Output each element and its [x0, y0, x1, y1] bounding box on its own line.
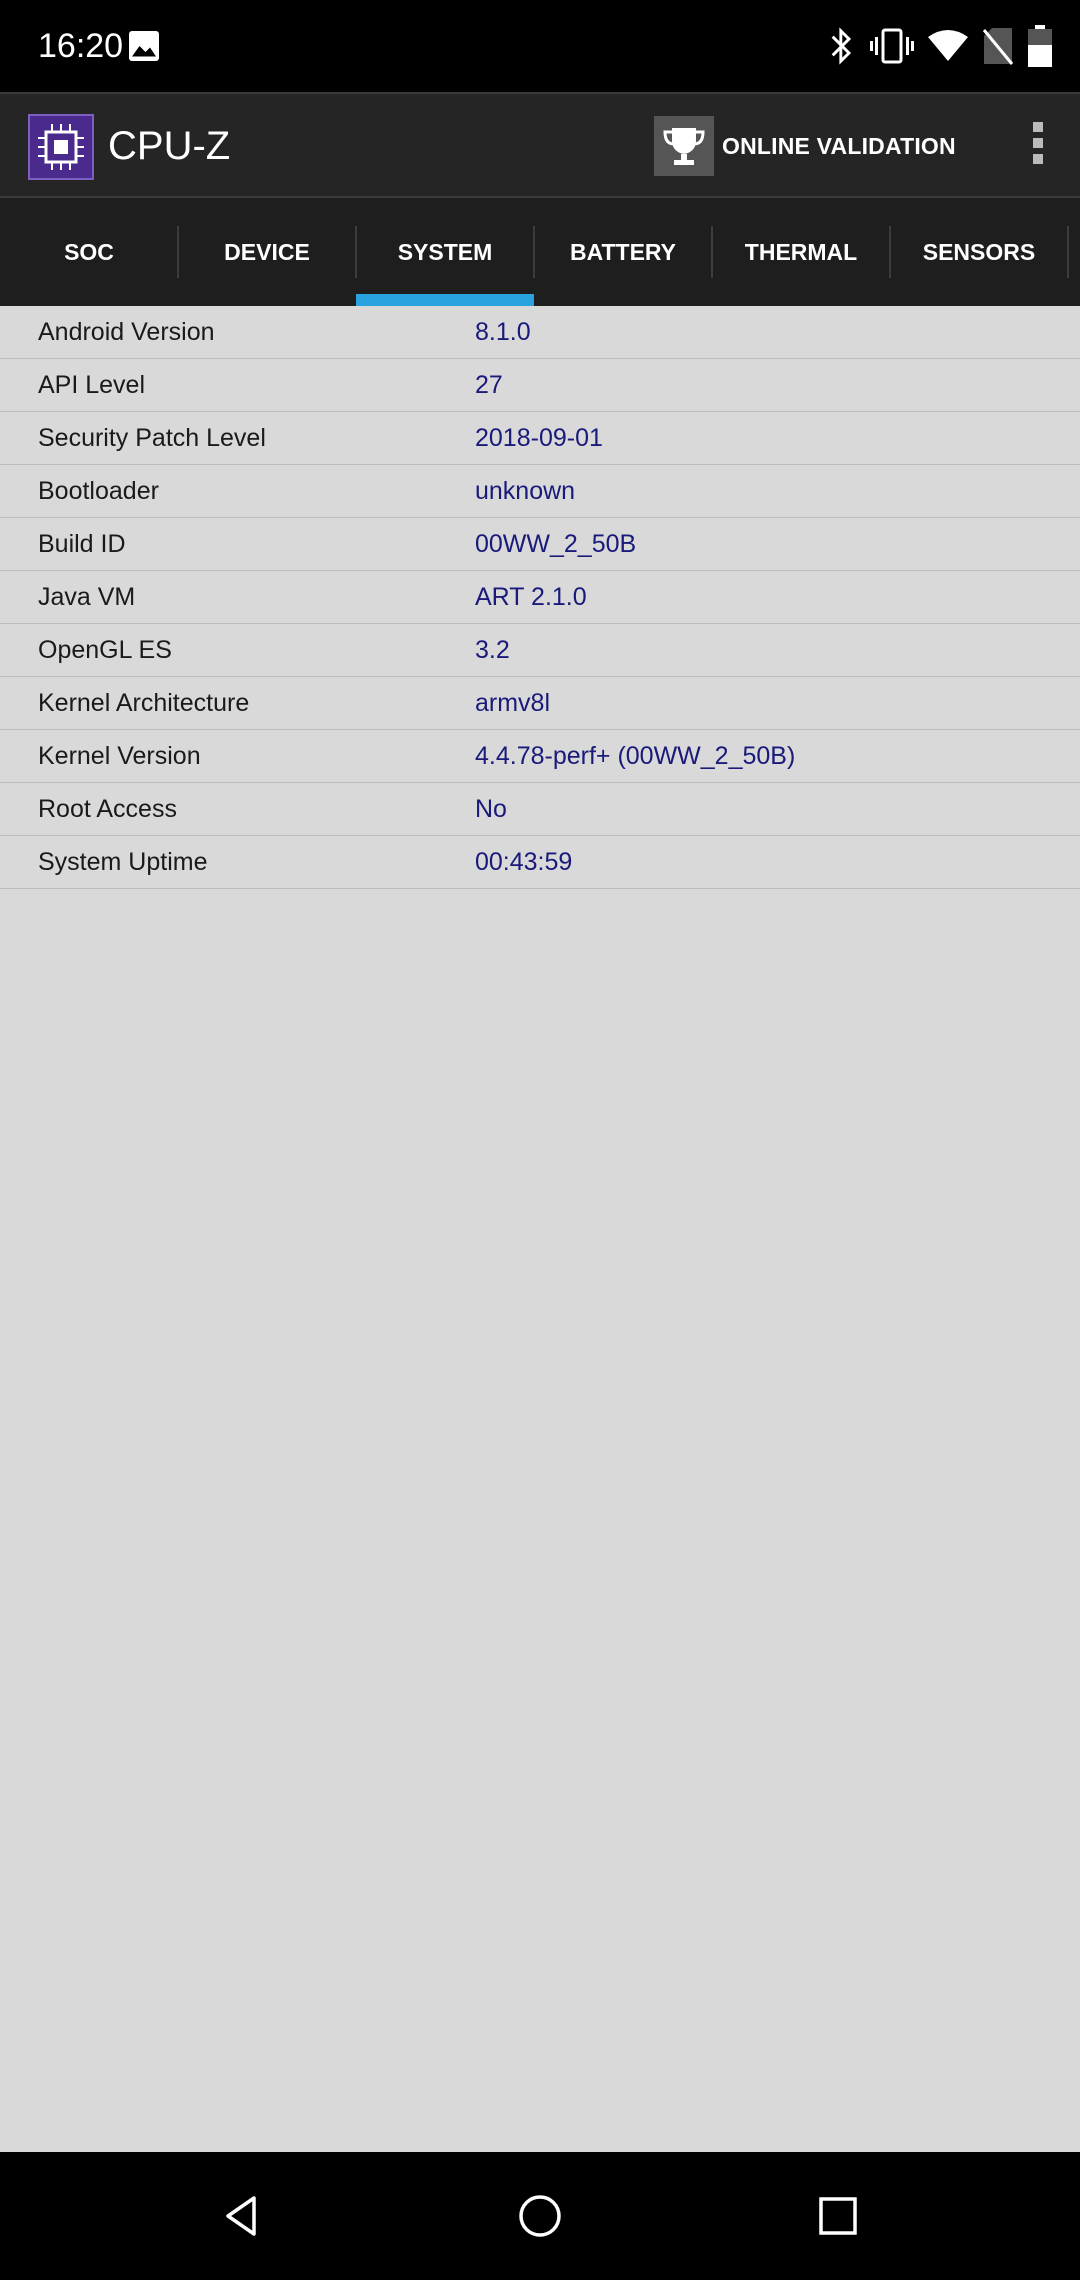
- row-label: Android Version: [38, 318, 215, 346]
- tab-device[interactable]: DEVICE: [178, 198, 356, 306]
- tab-system[interactable]: SYSTEM: [356, 198, 534, 306]
- row-label: Kernel Version: [38, 742, 201, 770]
- row-label: System Uptime: [38, 848, 208, 876]
- tab-divider: [1067, 226, 1069, 278]
- tab-thermal[interactable]: THERMAL: [712, 198, 890, 306]
- list-item: OpenGL ES 3.2: [0, 624, 1080, 677]
- list-item: Bootloader unknown: [0, 465, 1080, 518]
- row-value: armv8l: [475, 689, 551, 717]
- row-value: 3.2: [475, 636, 510, 664]
- row-label: API Level: [38, 371, 146, 399]
- list-item: Kernel Architecture armv8l: [0, 677, 1080, 730]
- wifi-icon: [928, 30, 968, 61]
- online-validation-button[interactable]: ONLINE VALIDATION: [654, 116, 956, 176]
- bluetooth-icon: [831, 27, 852, 65]
- home-icon[interactable]: [510, 2186, 570, 2246]
- battery-icon: [1028, 25, 1052, 67]
- system-info-list: Android Version 8.1.0 API Level 27 Secur…: [0, 306, 1080, 889]
- list-item: Kernel Version 4.4.78-perf+ (00WW_2_50B): [0, 730, 1080, 783]
- list-item: Security Patch Level 2018-09-01: [0, 412, 1080, 465]
- vibrate-icon: [870, 28, 914, 64]
- list-item: Root Access No: [0, 783, 1080, 836]
- cpu-chip-icon: [28, 114, 94, 180]
- app-bar: CPU-Z ONLINE VALIDATION: [0, 92, 1080, 198]
- row-label: Java VM: [38, 583, 136, 611]
- image-icon: [129, 31, 159, 61]
- tab-sensors[interactable]: SENSORS: [890, 198, 1068, 306]
- tab-soc[interactable]: SOC: [0, 198, 178, 306]
- status-icons: [828, 22, 1052, 70]
- row-value: ART 2.1.0: [475, 583, 587, 611]
- trophy-icon: [654, 116, 714, 176]
- row-label: Root Access: [38, 795, 177, 823]
- selected-tab-indicator: [356, 294, 534, 306]
- row-value: 8.1.0: [475, 318, 531, 346]
- navigation-bar: [0, 2152, 1080, 2280]
- list-item: Build ID 00WW_2_50B: [0, 518, 1080, 571]
- row-value: 00WW_2_50B: [475, 530, 637, 558]
- row-label: Security Patch Level: [38, 424, 266, 452]
- row-value: 2018-09-01: [475, 424, 603, 452]
- row-label: OpenGL ES: [38, 636, 172, 664]
- row-label: Build ID: [38, 530, 126, 558]
- list-item: Java VM ART 2.1.0: [0, 571, 1080, 624]
- online-validation-label: ONLINE VALIDATION: [722, 132, 956, 159]
- status-bar: 16:20: [0, 0, 1080, 92]
- tab-bar: SOC DEVICE SYSTEM BATTERY THERMAL SENSOR…: [0, 198, 1080, 306]
- recents-icon[interactable]: [808, 2186, 868, 2246]
- list-item: Android Version 8.1.0: [0, 306, 1080, 359]
- row-value: unknown: [475, 477, 576, 505]
- row-value: No: [475, 795, 507, 823]
- row-value: 4.4.78-perf+ (00WW_2_50B): [475, 742, 796, 770]
- list-item: System Uptime 00:43:59: [0, 836, 1080, 889]
- back-icon[interactable]: [212, 2186, 272, 2246]
- app-title: CPU-Z: [108, 124, 231, 168]
- row-value: 27: [475, 371, 503, 399]
- row-label: Bootloader: [38, 477, 159, 505]
- row-label: Kernel Architecture: [38, 689, 250, 717]
- row-value: 00:43:59: [475, 848, 573, 876]
- tab-battery[interactable]: BATTERY: [534, 198, 712, 306]
- no-sim-icon: [982, 28, 1014, 65]
- overflow-menu-icon[interactable]: [1026, 122, 1050, 172]
- status-time: 16:20: [38, 27, 124, 65]
- list-item: API Level 27: [0, 359, 1080, 412]
